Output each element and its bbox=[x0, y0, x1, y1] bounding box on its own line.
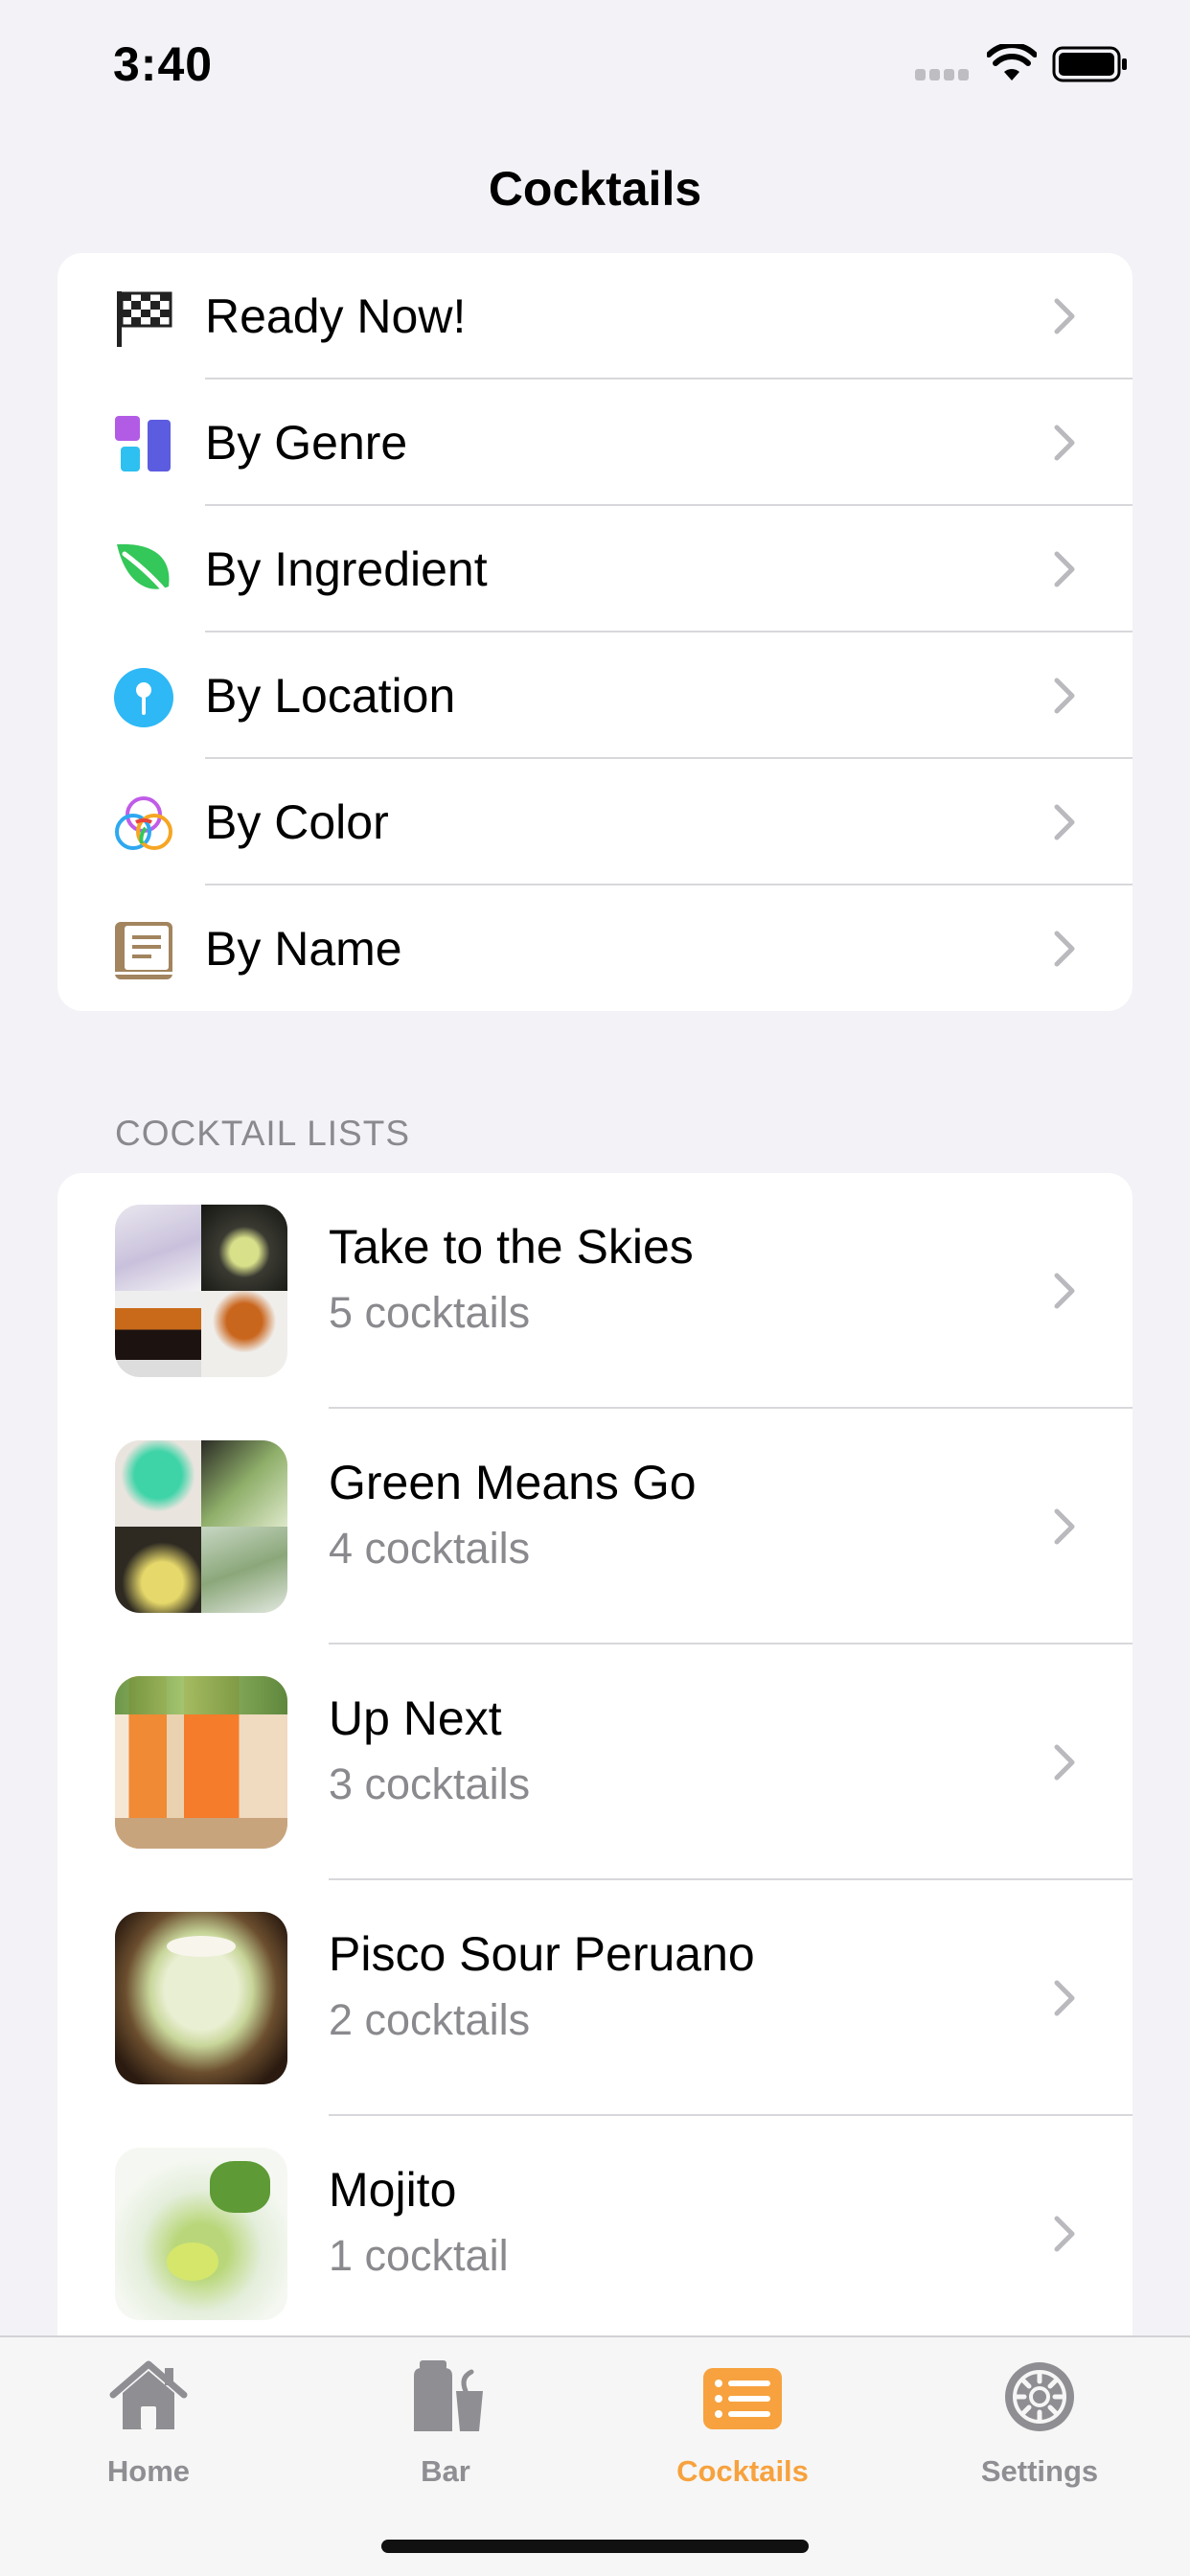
cellular-signal-icon bbox=[915, 69, 969, 80]
menu-item-by-ingredient[interactable]: By Ingredient bbox=[57, 506, 1133, 632]
chevron-right-icon bbox=[1054, 1744, 1075, 1781]
menu-item-by-location[interactable]: By Location bbox=[57, 632, 1133, 759]
chevron-right-icon bbox=[1054, 425, 1075, 461]
list-count: 2 cocktails bbox=[329, 1995, 531, 2044]
wifi-icon bbox=[987, 44, 1037, 80]
list-thumbnail bbox=[115, 1205, 287, 1377]
list-thumbnail bbox=[115, 1912, 287, 2084]
list-item[interactable]: Up Next 3 cocktails bbox=[57, 1644, 1133, 1880]
chevron-right-icon bbox=[1054, 678, 1075, 714]
status-bar: 3:40 bbox=[0, 0, 1190, 129]
tab-cocktails[interactable]: Cocktails bbox=[594, 2337, 891, 2510]
cocktail-lists: Take to the Skies 5 cocktails Green Mean… bbox=[57, 1173, 1133, 2361]
list-thumbnail bbox=[115, 1440, 287, 1613]
chevron-right-icon bbox=[1054, 551, 1075, 587]
list-title: Take to the Skies bbox=[329, 1220, 694, 1274]
checkered-flag-icon bbox=[113, 288, 174, 349]
chevron-right-icon bbox=[1054, 1980, 1075, 2016]
tab-label: Settings bbox=[980, 2454, 1099, 2488]
list-item[interactable]: Green Means Go 4 cocktails bbox=[57, 1409, 1133, 1644]
chevron-right-icon bbox=[1054, 931, 1075, 967]
tab-home[interactable]: Home bbox=[0, 2337, 297, 2510]
home-indicator bbox=[381, 2540, 809, 2553]
list-item[interactable]: Pisco Sour Peruano 2 cocktails bbox=[57, 1880, 1133, 2116]
tab-settings[interactable]: Settings bbox=[891, 2337, 1188, 2510]
list-count: 4 cocktails bbox=[329, 1524, 531, 1573]
list-item[interactable]: Mojito 1 cocktail bbox=[57, 2116, 1133, 2352]
chevron-right-icon bbox=[1054, 298, 1075, 334]
tab-label: Home bbox=[106, 2454, 191, 2488]
location-pin-icon bbox=[113, 667, 174, 728]
gear-icon bbox=[1005, 2362, 1074, 2431]
color-circles-icon bbox=[113, 794, 174, 855]
section-header-cocktail-lists: COCKTAIL LISTS bbox=[115, 1114, 411, 1153]
tab-label: Cocktails bbox=[676, 2454, 809, 2488]
tab-bar-inventory[interactable]: Bar bbox=[297, 2337, 594, 2510]
chevron-right-icon bbox=[1054, 2216, 1075, 2252]
menu-item-ready-now[interactable]: Ready Now! bbox=[57, 253, 1133, 380]
list-count: 3 cocktails bbox=[329, 1760, 531, 1808]
list-count: 1 cocktail bbox=[329, 2231, 509, 2280]
menu-item-by-color[interactable]: By Color bbox=[57, 759, 1133, 886]
menu-item-by-genre[interactable]: By Genre bbox=[57, 380, 1133, 506]
book-icon bbox=[113, 920, 174, 981]
shaker-icon bbox=[414, 2360, 483, 2431]
battery-icon bbox=[1052, 46, 1127, 82]
chevron-right-icon bbox=[1054, 804, 1075, 840]
tab-label: Bar bbox=[421, 2454, 470, 2488]
list-title: Mojito bbox=[329, 2163, 457, 2217]
page-title: Cocktails bbox=[488, 162, 702, 216]
menu-item-label: By Name bbox=[205, 922, 402, 976]
menu-item-by-name[interactable]: By Name bbox=[57, 886, 1133, 1011]
list-title: Up Next bbox=[329, 1691, 502, 1745]
list-thumbnail bbox=[115, 1676, 287, 1849]
chevron-right-icon bbox=[1054, 1273, 1075, 1309]
list-icon bbox=[703, 2368, 782, 2429]
list-title: Green Means Go bbox=[329, 1456, 697, 1509]
menu-item-label: By Location bbox=[205, 669, 456, 723]
menu-item-label: By Genre bbox=[205, 416, 408, 470]
menu-item-label: By Color bbox=[205, 795, 389, 849]
list-item[interactable]: Take to the Skies 5 cocktails bbox=[57, 1173, 1133, 1409]
list-title: Pisco Sour Peruano bbox=[329, 1927, 755, 1981]
list-thumbnail bbox=[115, 2148, 287, 2320]
leaf-icon bbox=[113, 540, 174, 602]
list-count: 5 cocktails bbox=[329, 1288, 531, 1337]
genre-blocks-icon bbox=[113, 414, 174, 475]
house-icon bbox=[109, 2360, 188, 2429]
menu-item-label: Ready Now! bbox=[205, 289, 467, 343]
status-time: 3:40 bbox=[113, 37, 214, 91]
menu-item-label: By Ingredient bbox=[205, 542, 488, 596]
chevron-right-icon bbox=[1054, 1508, 1075, 1545]
browse-menu: Ready Now! By Genre By Ingredient By Loc… bbox=[57, 253, 1133, 1011]
